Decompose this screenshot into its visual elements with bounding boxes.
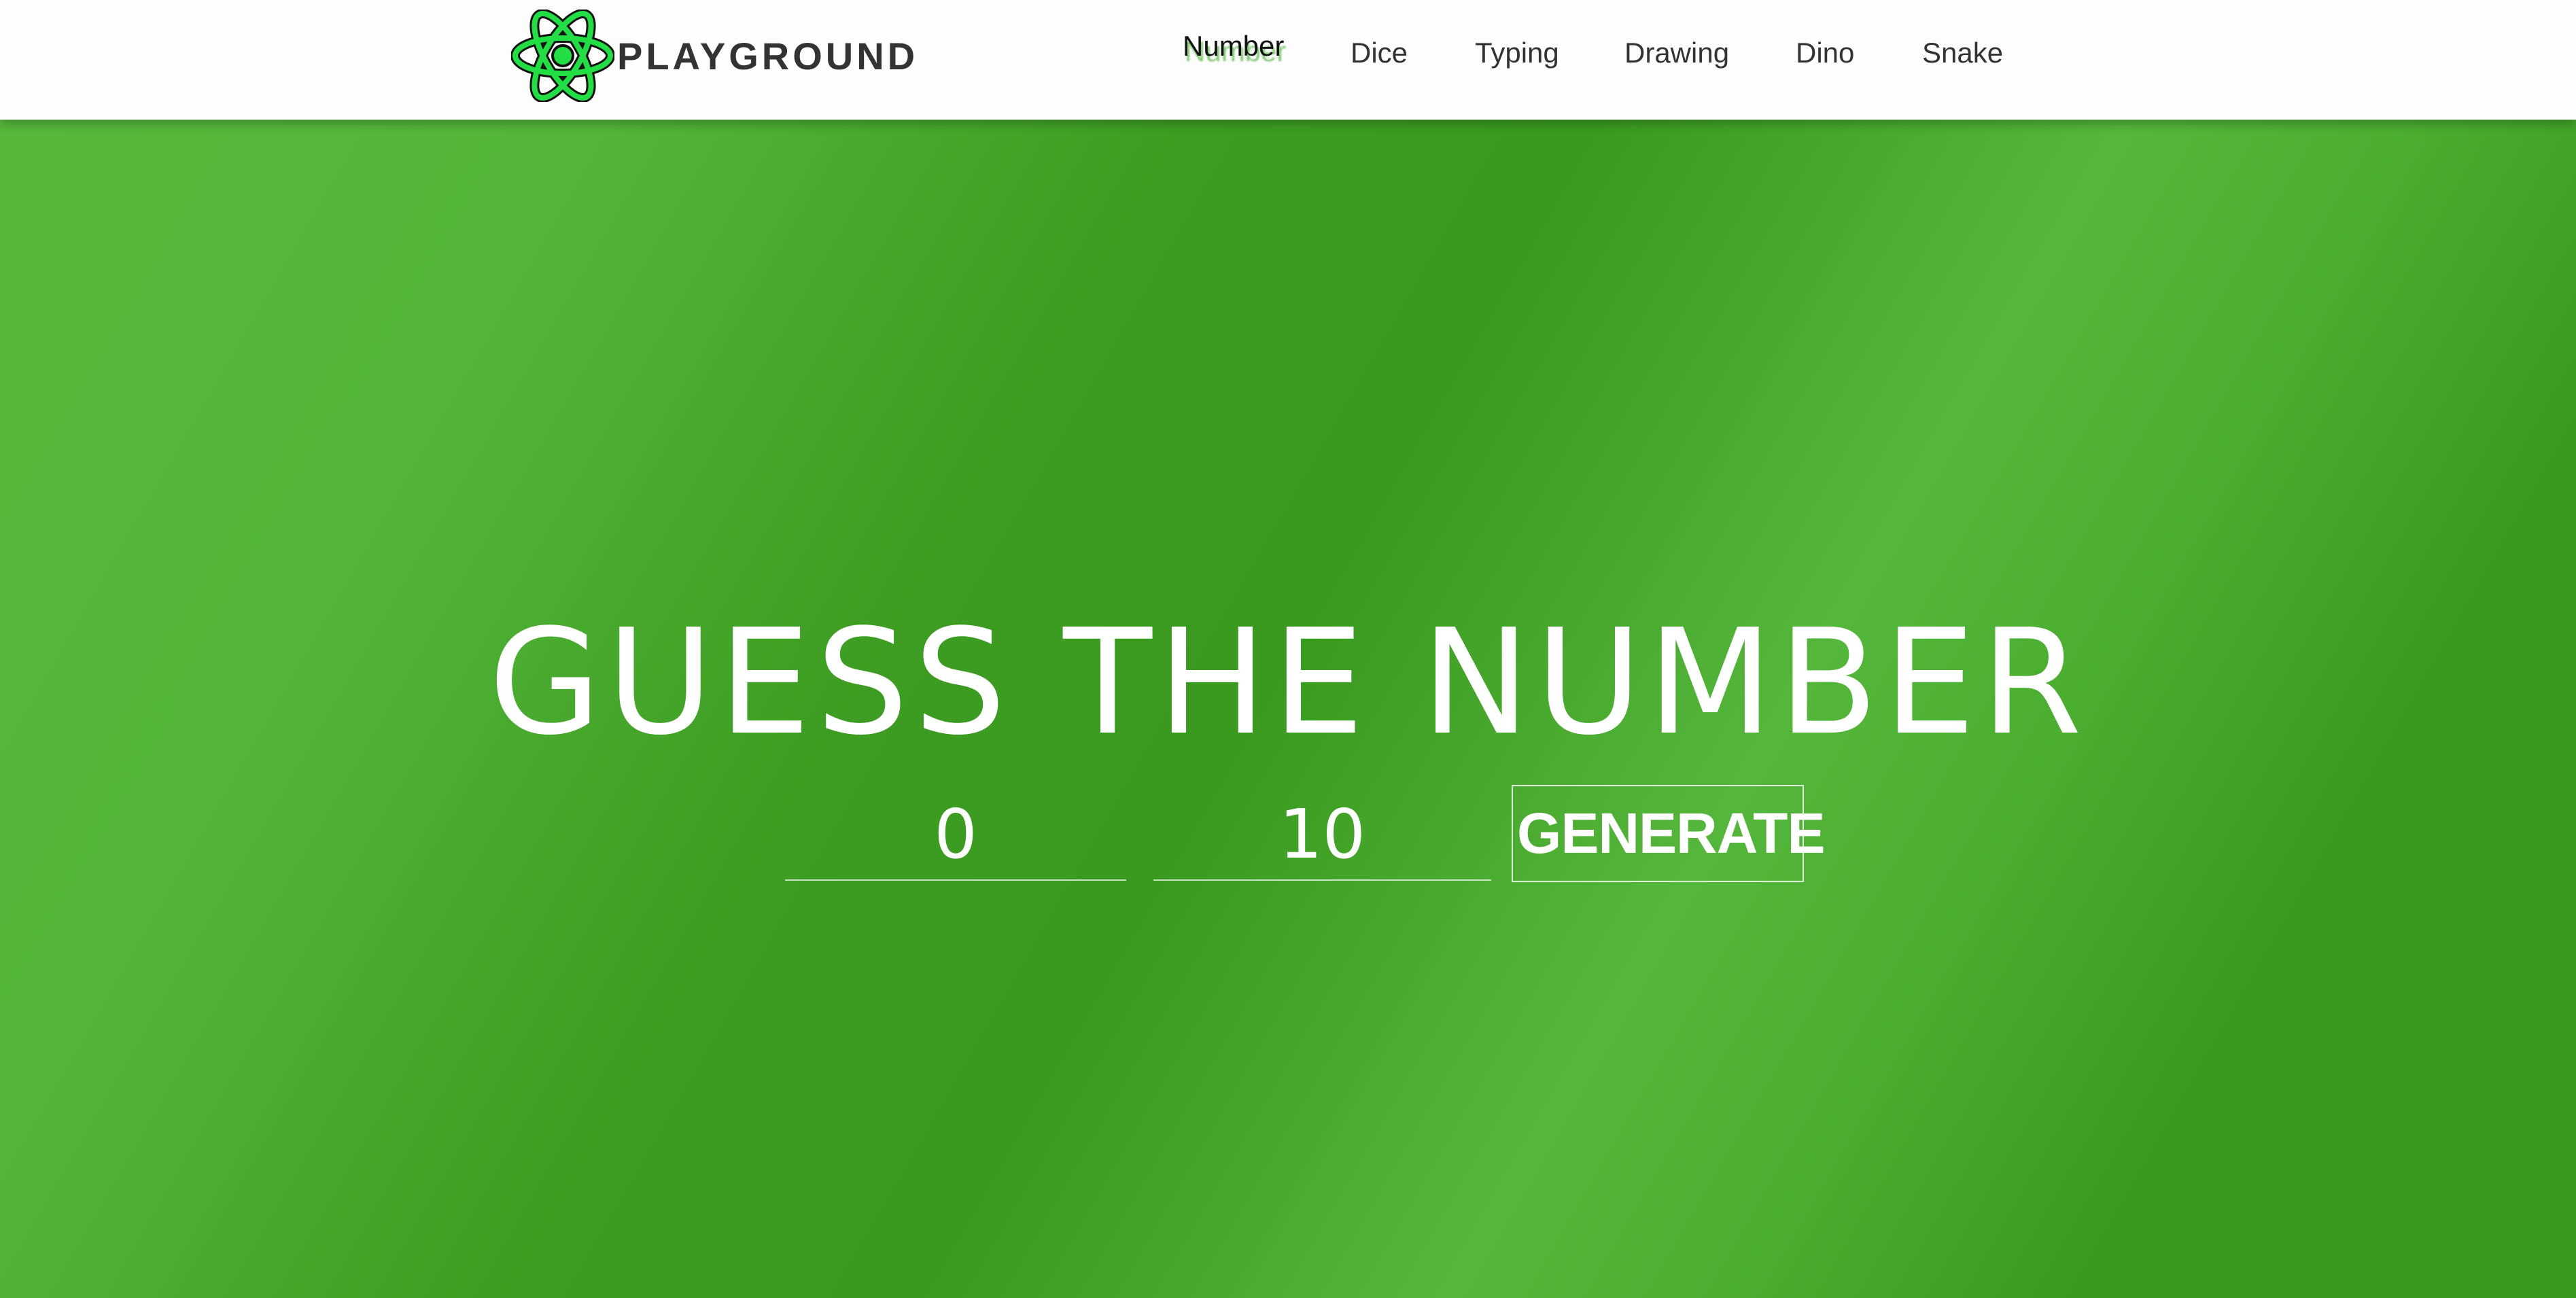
min-number-input[interactable] (785, 788, 1126, 881)
generate-button[interactable]: GENERATE (1512, 785, 1825, 882)
page-title: GUESS THE NUMBER (488, 598, 2088, 767)
brand-name[interactable]: PLAYGROUND (617, 34, 918, 78)
max-number-input[interactable] (1153, 788, 1491, 881)
nav-drawing[interactable]: Drawing (1624, 37, 1729, 69)
top-navbar: PLAYGROUND Number Dice Typing Drawing Di… (0, 0, 2576, 120)
nav-number[interactable]: Number (1183, 30, 1284, 63)
nav-typing[interactable]: Typing (1475, 37, 1559, 69)
nav-dice[interactable]: Dice (1351, 37, 1408, 69)
nav-snake[interactable]: Snake (1922, 37, 2003, 69)
atom-logo-icon[interactable] (511, 10, 614, 102)
nav-dino[interactable]: Dino (1796, 37, 1854, 69)
